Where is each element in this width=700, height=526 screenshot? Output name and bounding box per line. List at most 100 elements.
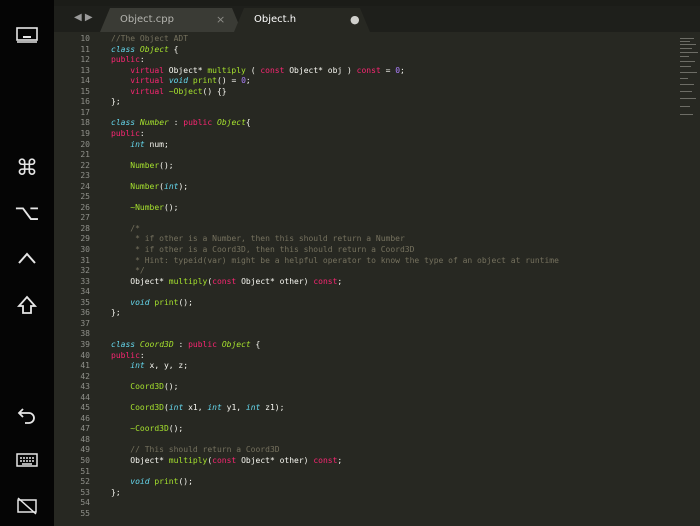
line-number: 54 — [80, 498, 90, 507]
code-line: * if other is a Number, then this should… — [111, 234, 405, 243]
code-token: Object* — [111, 456, 169, 465]
command-icon[interactable]: ⌘ — [0, 153, 54, 183]
code-token: /* — [130, 224, 140, 233]
code-token: y1, — [221, 403, 246, 412]
line-number: 17 — [80, 108, 90, 117]
line-number: 51 — [80, 467, 90, 476]
code-token: () {} — [202, 87, 227, 96]
screen-icon[interactable] — [0, 20, 54, 50]
code-token: public — [183, 118, 213, 127]
line-number: 34 — [80, 287, 90, 296]
code-token: (); — [159, 161, 174, 170]
line-number: 13 — [80, 66, 90, 75]
code-token: virtual — [130, 87, 164, 96]
code-line: ~Number(); — [111, 203, 178, 212]
code-token: void — [130, 477, 150, 486]
line-number: 31 — [80, 256, 90, 265]
code-line: Number(int); — [111, 182, 188, 191]
close-icon[interactable]: × — [216, 13, 225, 26]
line-number: 35 — [80, 298, 90, 307]
code-editor: ◀ ▶ Object.cpp × Object.h ● 10 //The Obje… — [54, 0, 700, 526]
code-token: Object* — [111, 277, 169, 286]
code-token: (); — [178, 298, 193, 307]
code-line: Coord3D(); — [111, 382, 178, 391]
tab-nav-arrows[interactable]: ◀ ▶ — [74, 12, 93, 23]
code-token: : — [139, 55, 145, 64]
code-line: * Hint: typeid(var) might be a helpful o… — [111, 256, 559, 265]
line-number: 48 — [80, 435, 90, 444]
code-token: z1); — [260, 403, 285, 412]
code-token: multiply — [168, 456, 208, 465]
line-number: 30 — [80, 245, 90, 254]
code-line: class Number : public Object{ — [111, 118, 251, 127]
code-token: }; — [111, 308, 121, 317]
code-line: Object* multiply(const Object* other) co… — [111, 277, 342, 286]
code-line: public: — [111, 351, 145, 360]
code-line: void print(); — [111, 298, 193, 307]
code-token: int — [164, 182, 179, 191]
code-token: class — [111, 45, 136, 54]
code-token: }; — [111, 97, 121, 106]
code-line: * if other is a Coord3D, then this shoul… — [111, 245, 414, 254]
code-line: virtual void print() = 0; — [111, 76, 250, 85]
tab-object-cpp[interactable]: Object.cpp × — [100, 8, 242, 32]
code-token: Object — [221, 340, 251, 349]
code-token: const — [212, 277, 237, 286]
line-number: 33 — [80, 277, 90, 286]
code-token: */ — [130, 266, 145, 275]
line-number: 29 — [80, 234, 90, 243]
code-token: int — [168, 403, 184, 412]
line-number: 40 — [80, 351, 90, 360]
code-token: const — [313, 277, 338, 286]
code-line: ~Coord3D(); — [111, 424, 183, 433]
shift-icon[interactable] — [0, 290, 54, 320]
unsaved-dot-icon[interactable]: ● — [350, 13, 360, 26]
code-line: }; — [111, 308, 121, 317]
code-token: : — [168, 118, 184, 127]
disconnect-icon[interactable] — [0, 491, 54, 521]
remote-control-sidebar: ⌘ ⌥ — [0, 0, 54, 526]
code-token: int — [130, 140, 145, 149]
code-line: virtual ~Object() {} — [111, 87, 227, 96]
line-number: 41 — [80, 361, 90, 370]
line-number: 16 — [80, 97, 90, 106]
code-line: // This should return a Coord3D — [111, 445, 279, 454]
minimap[interactable] — [674, 36, 700, 126]
code-line: class Coord3D : public Object { — [111, 340, 260, 349]
line-number: 37 — [80, 319, 90, 328]
undo-icon[interactable] — [0, 400, 54, 430]
code-token: const — [356, 66, 381, 75]
line-number: 19 — [80, 129, 90, 138]
tab-object-h[interactable]: Object.h ● — [234, 8, 370, 32]
line-number: 50 — [80, 456, 90, 465]
code-area[interactable]: 10//The Object ADT 11 class Object {12 publ… — [54, 34, 700, 526]
code-token: ; — [337, 277, 343, 286]
line-number: 12 — [80, 55, 90, 64]
code-token: public — [111, 55, 140, 64]
line-number: 25 — [80, 192, 90, 201]
code-token: { — [245, 118, 251, 127]
control-icon[interactable] — [0, 243, 54, 273]
line-number: 32 — [80, 266, 90, 275]
code-token: virtual — [130, 76, 164, 85]
code-token: public — [111, 351, 140, 360]
code-line: public: — [111, 129, 145, 138]
line-number: 27 — [80, 213, 90, 222]
keyboard-icon[interactable] — [0, 445, 54, 475]
line-number: 39 — [80, 340, 90, 349]
code-token: ); — [178, 182, 189, 191]
option-icon[interactable]: ⌥ — [0, 198, 54, 228]
line-number: 43 — [80, 382, 90, 391]
code-token: (); — [168, 424, 184, 433]
code-token: Number — [130, 182, 160, 191]
code-token: : — [173, 340, 189, 349]
